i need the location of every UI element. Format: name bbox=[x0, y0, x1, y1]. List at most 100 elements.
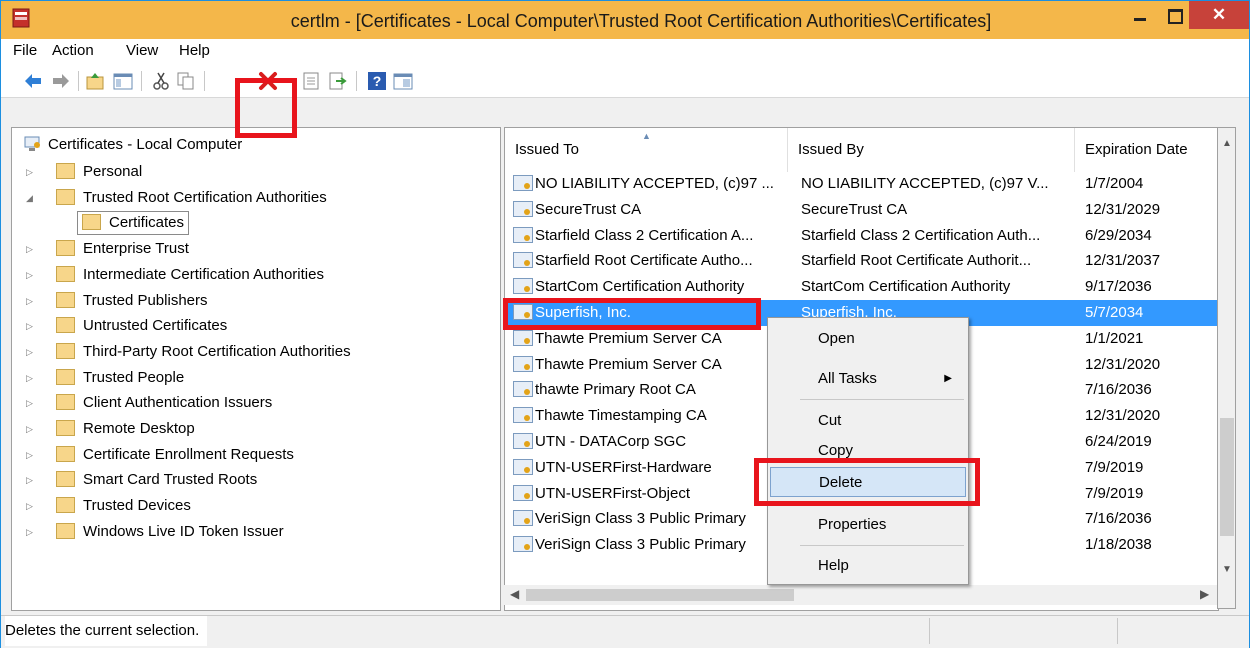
title-bar[interactable]: certlm - [Certificates - Local Computer\… bbox=[1, 1, 1249, 39]
column-issued-to[interactable]: Issued To ▲ bbox=[505, 128, 788, 172]
folder-icon bbox=[56, 420, 75, 437]
expanded-chevron-icon[interactable]: ◢ bbox=[26, 187, 34, 209]
table-row[interactable]: NO LIABILITY ACCEPTED, (c)97 ... NO LIABI… bbox=[505, 171, 1218, 197]
tree-node-label: Personal bbox=[83, 163, 143, 180]
collapsed-chevron-icon[interactable]: ▷ bbox=[26, 444, 34, 466]
vertical-scroll-thumb[interactable] bbox=[1220, 418, 1234, 536]
menu-help[interactable]: Help bbox=[179, 41, 210, 61]
tree-node-label: Intermediate Certification Authorities bbox=[83, 265, 324, 283]
tree-node[interactable]: Intermediate Certification Authorities bbox=[56, 264, 324, 286]
folder-icon bbox=[56, 265, 75, 282]
issued-to-cell: StartCom Certification Authority bbox=[513, 274, 785, 300]
tree-node[interactable]: Smart Card Trusted Roots bbox=[56, 469, 257, 491]
tree-node[interactable]: Certificate Enrollment Requests bbox=[56, 444, 294, 466]
tree-node-label: Enterprise Trust bbox=[83, 240, 189, 258]
tree-node[interactable]: Client Authentication Issuers bbox=[56, 392, 272, 414]
horizontal-scroll-thumb[interactable] bbox=[526, 589, 794, 601]
copy-icon[interactable] bbox=[176, 71, 196, 91]
tree-node[interactable]: Enterprise Trust bbox=[56, 238, 189, 260]
tree-root-label: Certificates - Local Computer bbox=[48, 136, 243, 153]
export-icon[interactable] bbox=[328, 71, 348, 91]
collapsed-chevron-icon[interactable]: ▷ bbox=[26, 469, 34, 491]
issued-to-cell: UTN-USERFirst-Object bbox=[513, 481, 785, 507]
tree-node[interactable]: Trusted Devices bbox=[56, 495, 191, 517]
menu-separator bbox=[800, 503, 964, 504]
forward-icon[interactable] bbox=[51, 71, 71, 91]
certlm-app-icon[interactable] bbox=[11, 7, 31, 29]
tree-node[interactable]: Third-Party Root Certification Authoriti… bbox=[56, 341, 351, 363]
collapsed-chevron-icon[interactable]: ▷ bbox=[26, 521, 34, 543]
console-tree[interactable]: Certificates - Local Computer Personal ▷ T… bbox=[11, 127, 501, 611]
certificate-icon bbox=[513, 433, 533, 450]
issued-to-cell: UTN-USERFirst-Hardware bbox=[513, 455, 785, 481]
context-delete[interactable]: Delete bbox=[770, 467, 966, 497]
expiration-date-cell: 5/7/2034 bbox=[1085, 304, 1144, 321]
collapsed-chevron-icon[interactable]: ▷ bbox=[26, 290, 34, 312]
collapsed-chevron-icon[interactable]: ▷ bbox=[26, 418, 34, 440]
context-all-tasks[interactable]: All Tasks ▶ bbox=[770, 364, 966, 394]
toolbar-separator bbox=[141, 71, 142, 91]
delete-icon[interactable] bbox=[257, 70, 279, 92]
submenu-arrow-icon: ▶ bbox=[944, 373, 952, 384]
back-icon[interactable] bbox=[23, 71, 43, 91]
collapsed-chevron-icon[interactable]: ▷ bbox=[26, 315, 34, 337]
column-issued-by[interactable]: Issued By bbox=[788, 128, 1075, 172]
collapsed-chevron-icon[interactable]: ▷ bbox=[26, 367, 34, 389]
context-help[interactable]: Help bbox=[770, 551, 966, 581]
sort-ascending-icon: ▲ bbox=[642, 131, 651, 141]
tree-node[interactable]: Windows Live ID Token Issuer bbox=[56, 521, 284, 543]
issued-by-cell: SecureTrust CA bbox=[801, 200, 908, 218]
cut-icon[interactable] bbox=[151, 71, 171, 91]
context-copy[interactable]: Copy bbox=[770, 436, 966, 466]
properties-icon[interactable] bbox=[301, 71, 321, 91]
issued-to-cell: UTN - DATACorp SGC bbox=[513, 429, 785, 455]
table-row[interactable]: SecureTrust CA SecureTrust CA 12/31/2029 bbox=[505, 197, 1218, 223]
tree-node[interactable]: Trusted People bbox=[56, 367, 184, 389]
collapsed-chevron-icon[interactable]: ▷ bbox=[26, 392, 34, 414]
list-vertical-scrollbar[interactable]: ▲ ▼ bbox=[1217, 127, 1236, 609]
tree-node[interactable]: Certificates bbox=[77, 211, 190, 236]
column-expiration-date[interactable]: Expiration Date bbox=[1075, 128, 1218, 172]
menu-action[interactable]: Action bbox=[52, 41, 94, 61]
list-horizontal-scrollbar[interactable]: ◀ ▶ bbox=[504, 585, 1217, 605]
table-row[interactable]: Starfield Class 2 Certification A... Star… bbox=[505, 223, 1218, 249]
collapsed-chevron-icon[interactable]: ▷ bbox=[26, 495, 34, 517]
collapsed-chevron-icon[interactable]: ▷ bbox=[26, 238, 34, 260]
scroll-right-icon[interactable]: ▶ bbox=[1200, 587, 1209, 601]
scroll-up-icon[interactable]: ▲ bbox=[1222, 138, 1232, 149]
close-button[interactable]: ✕ bbox=[1189, 1, 1249, 29]
certificate-icon bbox=[513, 304, 533, 321]
collapsed-chevron-icon[interactable]: ▷ bbox=[26, 264, 34, 286]
expiration-date-cell: 7/16/2036 bbox=[1085, 510, 1152, 528]
menu-file[interactable]: File bbox=[13, 41, 37, 61]
status-panel bbox=[929, 618, 930, 644]
maximize-icon bbox=[1168, 9, 1183, 24]
expiration-date-cell: 6/29/2034 bbox=[1085, 226, 1152, 244]
context-cut[interactable]: Cut bbox=[770, 406, 966, 436]
tree-node[interactable]: Personal bbox=[56, 161, 142, 183]
menu-view[interactable]: View bbox=[126, 41, 158, 61]
tree-node[interactable]: Trusted Root Certification Authorities bbox=[56, 187, 327, 209]
help-icon[interactable]: ? bbox=[367, 71, 387, 91]
collapsed-chevron-icon[interactable]: ▷ bbox=[26, 341, 34, 363]
show-hide-tree-icon[interactable] bbox=[113, 71, 133, 91]
table-row[interactable]: Starfield Root Certificate Autho... Starf… bbox=[505, 248, 1218, 274]
collapsed-chevron-icon[interactable]: ▷ bbox=[26, 161, 34, 183]
expiration-date-cell: 12/31/2029 bbox=[1085, 200, 1161, 218]
scroll-down-icon[interactable]: ▼ bbox=[1222, 564, 1232, 575]
console-icon[interactable] bbox=[393, 71, 413, 91]
context-properties[interactable]: Properties bbox=[770, 510, 966, 540]
context-open[interactable]: Open bbox=[770, 324, 966, 354]
issued-to-cell: VeriSign Class 3 Public Primary bbox=[513, 506, 785, 532]
toolbar-separator bbox=[204, 71, 205, 91]
menu-separator bbox=[800, 545, 964, 546]
table-row[interactable]: StartCom Certification Authority StartCom… bbox=[505, 274, 1218, 300]
tree-root[interactable]: Certificates - Local Computer bbox=[24, 134, 242, 156]
tree-node[interactable]: Remote Desktop bbox=[56, 418, 195, 440]
folder-icon bbox=[56, 188, 75, 205]
tree-node[interactable]: Untrusted Certificates bbox=[56, 315, 227, 337]
up-folder-icon[interactable] bbox=[85, 71, 105, 91]
scroll-left-icon[interactable]: ◀ bbox=[510, 587, 519, 601]
status-bar: Deletes the current selection. bbox=[1, 615, 1249, 648]
tree-node[interactable]: Trusted Publishers bbox=[56, 290, 208, 312]
